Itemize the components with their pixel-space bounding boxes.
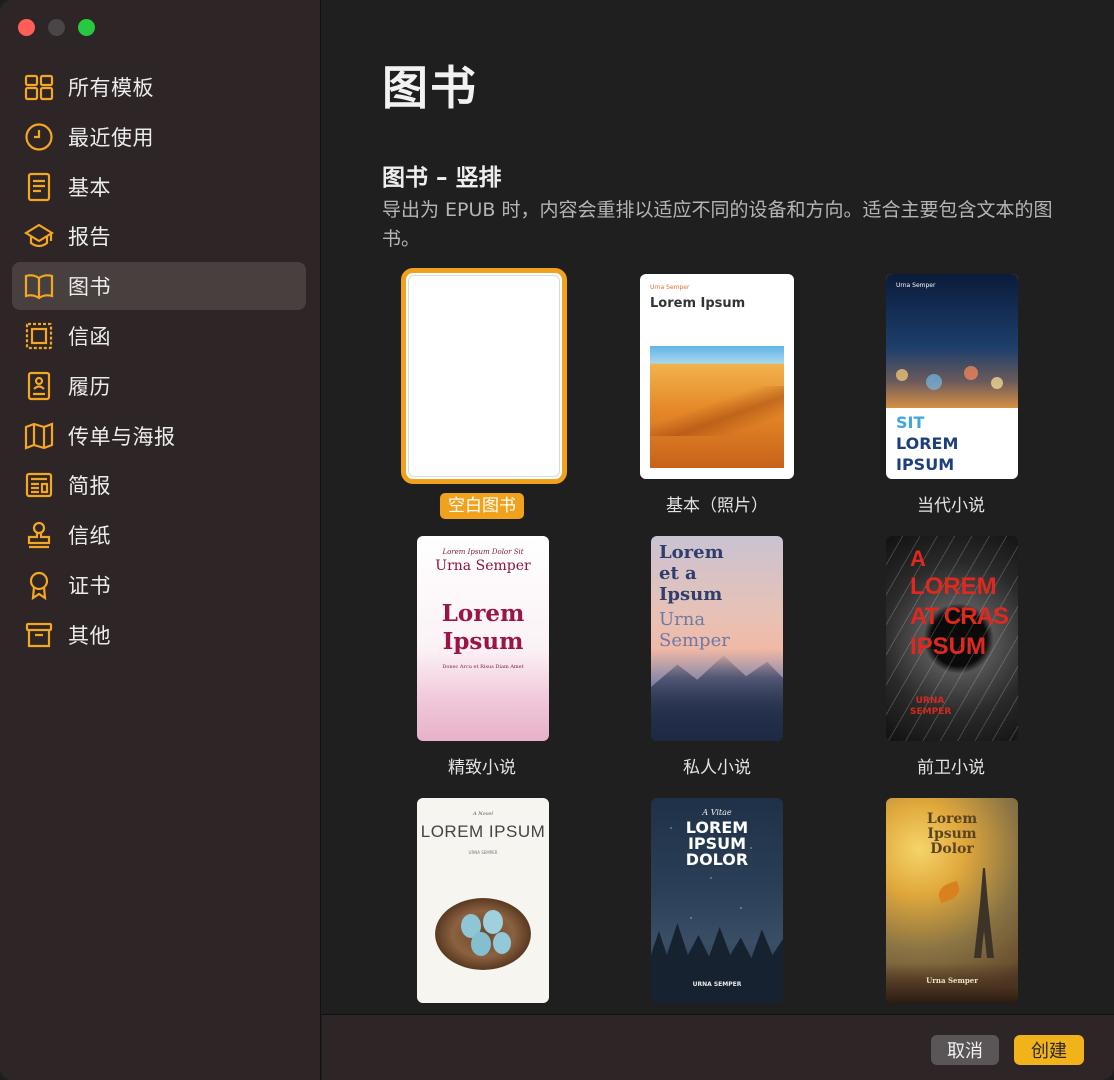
template-thumbnail: Urna Semper Lorem Ipsum [640,274,794,479]
sidebar-item-recent[interactable]: 最近使用 [12,113,306,161]
city-lights-photo [886,274,1018,408]
sidebar-item-flyers-posters[interactable]: 传单与海报 [12,412,306,460]
template-avant-garde-novel[interactable]: A LOREM AT CRAS IPSUM URNA SEMPER 前卫小说 [851,532,1051,782]
sidebar-item-certificates[interactable]: 证书 [12,561,306,609]
window-controls [18,19,95,36]
sidebar-nav: 所有模板 最近使用 基本 报告 图书 信函 履历 传单与海报 简报 信纸 证书 … [12,63,306,661]
template-personal-novel[interactable]: Lorem et a Ipsum Urna Semper 私人小说 [617,532,817,782]
clock-icon [23,121,55,153]
sidebar-item-label: 简报 [68,474,111,499]
document-icon [23,171,55,203]
archive-box-icon [23,619,55,651]
sidebar-item-label: 信函 [68,324,111,349]
sidebar-item-label: 图书 [68,275,111,300]
sidebar-item-label: 信纸 [68,524,111,549]
page-title: 图书 [382,61,478,115]
template-label: 空白图书 [382,491,582,519]
create-button[interactable]: 创建 [1014,1035,1084,1065]
template-thumbnail: Lorem Ipsum Dolor Urna Semper [886,798,1018,1003]
template-contemporary-novel[interactable]: Urna Semper SIT LOREM IPSUM 当代小说 [851,270,1051,520]
template-elegant-novel[interactable]: Lorem Ipsum Dolor Sit Urna Semper Lorem … [382,532,582,782]
sidebar-item-label: 传单与海报 [68,424,176,449]
dialog-footer: 取消 创建 [322,1014,1114,1080]
sidebar-item-label: 基本 [68,175,111,200]
nest-image [435,898,531,970]
template-thumbnail: A Vitae LOREM IPSUM DOLOR URNA SEMPER [651,798,783,1003]
section-description: 导出为 EPUB 时，内容会重排以适应不同的设备和方向。适合主要包含文本的图书。 [382,199,1053,250]
template-thumbnail: Lorem Ipsum Dolor Sit Urna Semper Lorem … [417,536,549,741]
cancel-button[interactable]: 取消 [931,1035,999,1065]
minimize-button[interactable] [48,19,65,36]
sidebar-item-reports[interactable]: 报告 [12,212,306,260]
template-label: 基本（照片） [666,496,768,516]
sidebar-item-resumes[interactable]: 履历 [12,362,306,410]
sidebar-item-label: 报告 [68,225,111,250]
newspaper-icon [23,469,55,501]
ribbon-icon [23,569,55,601]
template-thumbnail: A LOREM AT CRAS IPSUM URNA SEMPER [886,536,1018,741]
graduation-cap-icon [23,220,55,252]
sidebar-item-books[interactable]: 图书 [12,262,306,311]
sidebar-item-all-templates[interactable]: 所有模板 [12,63,306,111]
sidebar-item-label: 最近使用 [68,125,154,150]
sidebar-item-letters[interactable]: 信函 [12,312,306,360]
sidebar-item-newsletters[interactable]: 简报 [12,461,306,509]
stamp-icon [23,519,55,551]
template-thumbnail: Lorem et a Ipsum Urna Semper [651,536,783,741]
template-basic-photo[interactable]: Urna Semper Lorem Ipsum 基本（照片） [617,270,817,520]
template-label: 前卫小说 [917,758,985,778]
sidebar: 所有模板 最近使用 基本 报告 图书 信函 履历 传单与海报 简报 信纸 证书 … [0,0,321,1080]
template-label: 私人小说 [683,758,751,778]
grid-icon [23,71,55,103]
template-thumbnail: A Novel LOREM IPSUM URNA SEMPER [417,798,549,1003]
template-forest-night-novel[interactable]: A Vitae LOREM IPSUM DOLOR URNA SEMPER [617,794,817,1014]
template-chooser-window: 所有模板 最近使用 基本 报告 图书 信函 履历 传单与海报 简报 信纸 证书 … [0,0,1114,1080]
template-label: 当代小说 [917,496,985,516]
section-title: 图书 – 竖排 [382,165,502,191]
sidebar-item-label: 所有模板 [68,76,154,100]
template-autumn-paris-novel[interactable]: Lorem Ipsum Dolor Urna Semper [851,794,1051,1014]
sidebar-item-label: 证书 [68,573,111,598]
stamp-frame-icon [23,320,55,352]
template-thumbnail [401,268,567,484]
sidebar-item-other[interactable]: 其他 [12,611,306,659]
template-gallery: 图书 图书 – 竖排 导出为 EPUB 时，内容会重排以适应不同的设备和方向。适… [322,0,1114,1014]
resume-icon [23,370,55,402]
map-icon [23,420,55,452]
template-grid: 空白图书 Urna Semper Lorem Ipsum 基本（照片） Urna… [382,268,1082,1014]
template-label: 精致小说 [448,758,516,778]
zoom-button[interactable] [78,19,95,36]
template-blank-book[interactable]: 空白图书 [382,268,582,520]
close-button[interactable] [18,19,35,36]
sidebar-item-label: 其他 [68,623,111,648]
sidebar-item-stationery[interactable]: 信纸 [12,511,306,559]
template-nest-novel[interactable]: A Novel LOREM IPSUM URNA SEMPER [382,794,582,1014]
sidebar-item-label: 履历 [68,374,111,399]
template-thumbnail: Urna Semper SIT LOREM IPSUM [886,274,1018,479]
book-icon [23,270,55,302]
desert-photo [650,346,784,468]
sidebar-item-basic[interactable]: 基本 [12,163,306,211]
